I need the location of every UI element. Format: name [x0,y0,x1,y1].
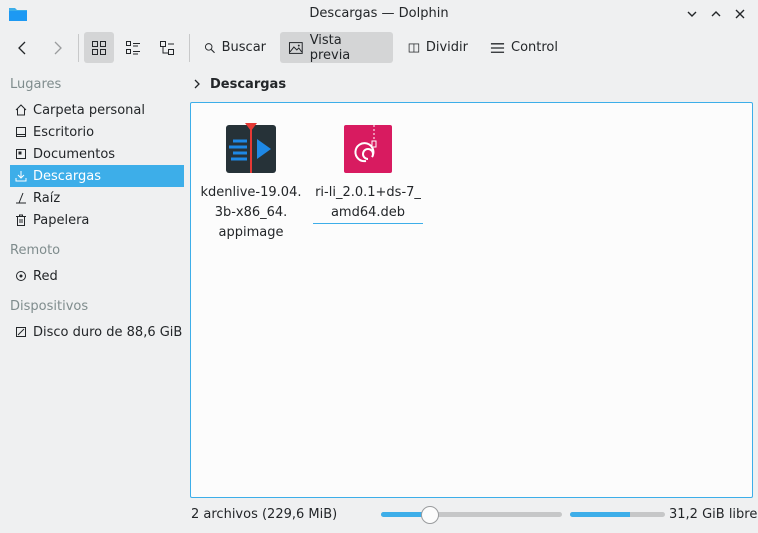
split-button-label: Dividir [425,40,468,55]
desktop-icon [15,126,27,138]
arrow-left-icon [18,41,26,54]
arrow-right-icon [54,41,62,54]
sidebar-item-label: Documentos [33,146,116,162]
split-view-icon [408,43,420,52]
sidebar-item-label: Descargas [33,168,102,184]
home-icon [15,104,27,116]
search-button-label: Buscar [221,40,266,55]
file-name: kdenlive-19.04. 3b-x86_64. appimage [196,183,306,243]
control-button-label: Control [511,40,558,55]
back-button[interactable] [10,32,36,63]
sidebar-item-label: Disco duro de 88,6 GiB [33,324,183,340]
file-item-kdenlive[interactable]: kdenlive-19.04. 3b-x86_64. appimage [196,121,306,243]
free-space-bar [570,512,665,517]
kdenlive-icon [226,123,276,173]
file-name-line: ri-li_2.0.1+ds-7_ [315,185,421,200]
network-icon [15,270,27,282]
preview-button[interactable]: Vista previa [280,32,393,63]
preview-button-label: Vista previa [309,32,351,63]
status-summary: 2 archivos (229,6 MiB) [191,507,338,522]
file-name-editor[interactable]: ri-li_2.0.1+ds-7_ amd64.deb [313,183,423,224]
title-bar: Descargas — Dolphin [0,0,758,29]
documents-icon [15,148,27,160]
split-button[interactable]: Dividir [400,32,476,63]
file-name-line: kdenlive-19.04. [200,185,302,200]
view-compact-icon [126,40,140,54]
window-title: Descargas — Dolphin [309,6,449,21]
icons-view-button[interactable] [84,32,114,63]
view-details-icon [160,40,174,55]
sidebar-item-network[interactable]: Red [10,265,184,287]
sidebar-item-label: Papelera [33,212,90,228]
toolbar: Buscar Vista previa Dividir Control [0,29,758,67]
zoom-slider[interactable] [381,506,562,524]
control-button[interactable]: Control [482,32,566,63]
forward-button[interactable] [44,32,70,63]
free-space-label: 31,2 GiB libre [669,507,758,522]
compact-view-button[interactable] [118,32,148,63]
view-icons-icon [92,40,106,55]
sidebar-item-label: Carpeta personal [33,102,145,118]
close-icon[interactable] [732,6,748,22]
sidebar-item-label: Raíz [33,190,61,206]
search-button[interactable]: Buscar [196,32,274,63]
sidebar-item-label: Red [33,268,58,284]
breadcrumb-current[interactable]: Descargas [210,77,286,92]
sidebar-item-downloads[interactable]: Descargas [10,165,184,187]
debian-package-icon [344,125,392,173]
file-name-line: 3b-x86_64. [214,205,288,220]
hamburger-menu-icon [490,42,505,53]
toolbar-separator [78,34,79,62]
breadcrumb: Descargas [192,74,286,94]
places-section-header: Lugares [10,77,62,92]
chevron-right-icon[interactable] [192,78,202,90]
maximize-icon[interactable] [708,6,724,22]
harddisk-icon [15,326,27,338]
sidebar-item-documents[interactable]: Documentos [10,143,184,165]
minimize-icon[interactable] [684,6,700,22]
free-space-bar-fill [570,512,630,517]
file-name-line: amd64.deb [330,205,406,220]
sidebar-item-trash[interactable]: Papelera [10,209,184,231]
image-preview-icon [288,41,303,54]
file-item-ri-li-deb[interactable]: ri-li_2.0.1+ds-7_ amd64.deb [313,121,423,224]
places-panel: Lugares Carpeta personal Escritorio Docu… [0,70,186,510]
sidebar-item-home[interactable]: Carpeta personal [10,99,184,121]
remote-section-header: Remoto [10,243,61,258]
sidebar-item-root[interactable]: Raíz [10,187,184,209]
trash-icon [15,214,27,226]
status-bar: 2 archivos (229,6 MiB) 31,2 GiB libre [0,500,758,530]
file-view[interactable]: kdenlive-19.04. 3b-x86_64. appimage ri-l… [190,102,753,498]
devices-section-header: Dispositivos [10,299,89,314]
file-name-line: appimage [218,225,284,240]
sidebar-item-harddisk[interactable]: Disco duro de 88,6 GiB [10,321,184,343]
details-view-button[interactable] [152,32,182,63]
search-icon [204,42,215,53]
sidebar-item-label: Escritorio [33,124,95,140]
download-icon [15,170,27,182]
root-icon [15,192,27,204]
toolbar-separator [189,34,190,62]
sidebar-item-desktop[interactable]: Escritorio [10,121,184,143]
zoom-slider-handle[interactable] [420,506,439,524]
